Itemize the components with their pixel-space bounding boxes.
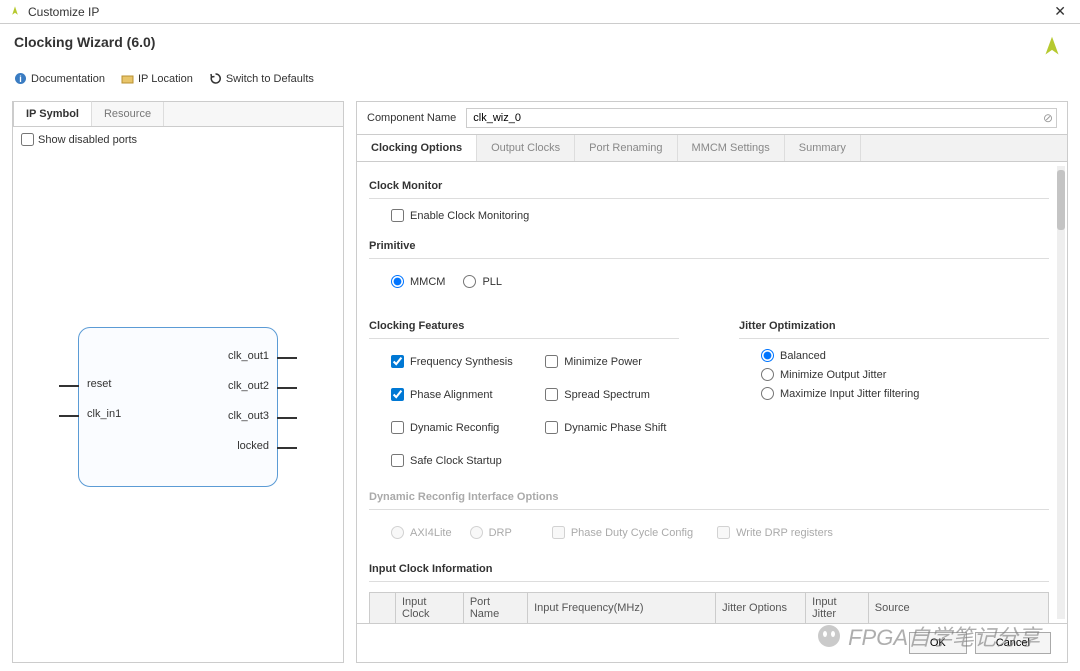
tab-mmcm-settings[interactable]: MMCM Settings [678, 135, 785, 161]
dialog-header: Clocking Wizard (6.0) [0, 24, 1080, 68]
dynamic-phase-shift-checkbox[interactable] [545, 421, 558, 434]
clocking-features-heading: Clocking Features [369, 320, 679, 332]
drp-options-heading: Dynamic Reconfig Interface Options [369, 491, 1049, 503]
dynamic-reconfig-checkbox[interactable] [391, 421, 404, 434]
right-panel: Component Name ⊘ Clocking Options Output… [356, 101, 1068, 663]
drp-drp-radio [470, 526, 483, 539]
safe-clock-startup-checkbox[interactable] [391, 454, 404, 467]
write-drp-registers-checkbox [717, 526, 730, 539]
primitive-mmcm-radio[interactable] [391, 275, 404, 288]
jitter-max-input-filter-radio[interactable] [761, 387, 774, 400]
vendor-logo-icon [1038, 34, 1066, 62]
enable-clock-monitoring-checkbox[interactable] [391, 209, 404, 222]
port-stub [277, 357, 297, 359]
show-disabled-ports-checkbox[interactable] [21, 133, 34, 146]
divider [369, 258, 1049, 259]
port-clk-in1: clk_in1 [87, 408, 121, 420]
phase-duty-config-checkbox [552, 526, 565, 539]
input-clock-info-heading: Input Clock Information [369, 563, 1049, 575]
minimize-power-checkbox[interactable] [545, 355, 558, 368]
frequency-synthesis-checkbox[interactable] [391, 355, 404, 368]
tab-ip-symbol[interactable]: IP Symbol [13, 101, 92, 126]
title-bar: Customize IP ✕ [0, 0, 1080, 24]
divider [739, 338, 1049, 339]
port-clk-out2: clk_out2 [228, 380, 269, 392]
main-tabs: Clocking Options Output Clocks Port Rena… [357, 134, 1067, 162]
port-stub [277, 447, 297, 449]
port-stub [277, 387, 297, 389]
port-clk-out3: clk_out3 [228, 410, 269, 422]
info-icon: i [14, 72, 27, 85]
divider [369, 581, 1049, 582]
show-disabled-ports-label: Show disabled ports [38, 134, 137, 146]
left-panel: IP Symbol Resource Show disabled ports r… [12, 101, 344, 663]
component-name-input[interactable] [466, 108, 1057, 128]
svg-text:i: i [19, 74, 22, 84]
switch-defaults-link[interactable]: Switch to Defaults [209, 72, 314, 85]
spread-spectrum-checkbox[interactable] [545, 388, 558, 401]
port-reset: reset [87, 378, 111, 390]
window-title: Customize IP [28, 5, 99, 19]
folder-icon [121, 72, 134, 85]
tab-summary[interactable]: Summary [785, 135, 861, 161]
ok-button[interactable]: OK [909, 632, 967, 654]
divider [369, 198, 1049, 199]
tab-output-clocks[interactable]: Output Clocks [477, 135, 575, 161]
jitter-optimization-heading: Jitter Optimization [739, 320, 1049, 332]
tab-clocking-options[interactable]: Clocking Options [357, 135, 477, 161]
input-clock-table: Input Clock Port Name Input Frequency(MH… [369, 592, 1049, 623]
close-icon[interactable]: ✕ [1048, 3, 1072, 20]
ip-symbol-canvas[interactable]: reset clk_in1 clk_out1 clk_out2 clk_out3… [13, 152, 343, 662]
divider [369, 509, 1049, 510]
divider [369, 338, 679, 339]
jitter-min-output-radio[interactable] [761, 368, 774, 381]
tab-port-renaming[interactable]: Port Renaming [575, 135, 677, 161]
toolbar: i Documentation IP Location Switch to De… [0, 68, 1080, 93]
port-stub [59, 385, 79, 387]
page-title: Clocking Wizard (6.0) [14, 34, 155, 50]
left-tabs: IP Symbol Resource [13, 102, 343, 127]
drp-axi4lite-radio [391, 526, 404, 539]
port-locked: locked [237, 440, 269, 452]
ip-location-link[interactable]: IP Location [121, 72, 193, 85]
scrollbar-track[interactable] [1057, 166, 1065, 619]
primitive-pll-radio[interactable] [463, 275, 476, 288]
clock-monitor-heading: Clock Monitor [369, 180, 1049, 192]
primitive-heading: Primitive [369, 240, 1049, 252]
options-scroll-area[interactable]: Clock Monitor Enable Clock Monitoring Pr… [357, 162, 1067, 623]
component-name-label: Component Name [367, 112, 456, 124]
ip-block: reset clk_in1 clk_out1 clk_out2 clk_out3… [78, 327, 278, 487]
tab-resource[interactable]: Resource [92, 102, 164, 126]
table-header-row: Input Clock Port Name Input Frequency(MH… [370, 593, 1049, 624]
cancel-button[interactable]: Cancel [975, 632, 1051, 654]
scrollbar-thumb[interactable] [1057, 170, 1065, 230]
phase-alignment-checkbox[interactable] [391, 388, 404, 401]
app-logo-icon [8, 5, 22, 19]
refresh-icon [209, 72, 222, 85]
dialog-footer: OK Cancel [357, 623, 1067, 662]
port-clk-out1: clk_out1 [228, 350, 269, 362]
jitter-balanced-radio[interactable] [761, 349, 774, 362]
clear-icon[interactable]: ⊘ [1043, 111, 1053, 125]
documentation-link[interactable]: i Documentation [14, 72, 105, 85]
port-stub [59, 415, 79, 417]
port-stub [277, 417, 297, 419]
